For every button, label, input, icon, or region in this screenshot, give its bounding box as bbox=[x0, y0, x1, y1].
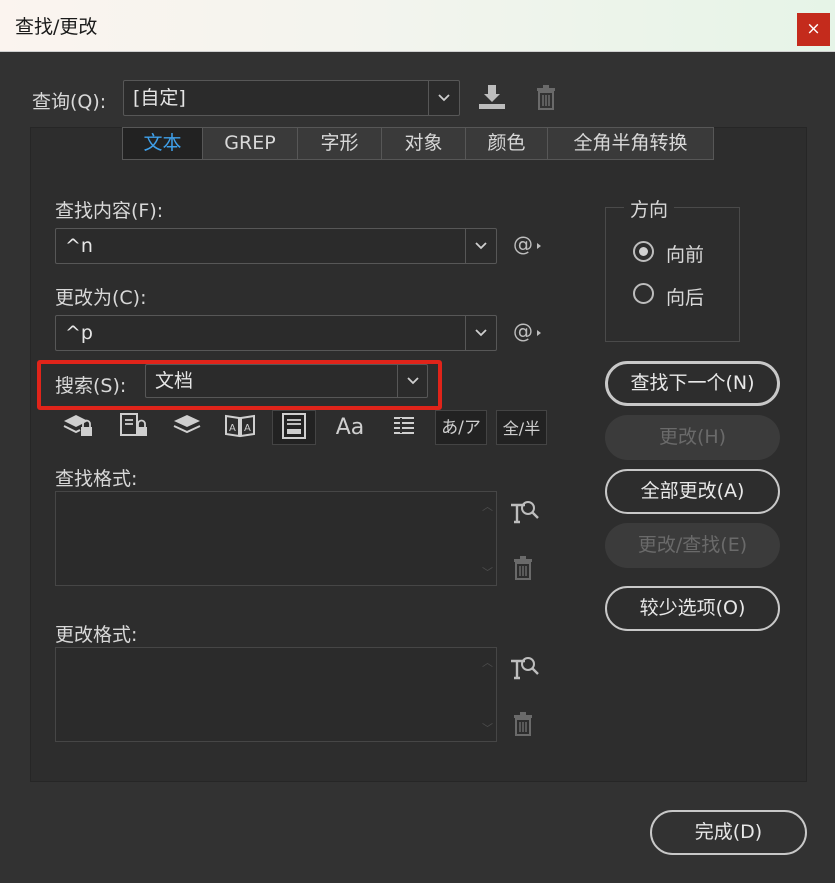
find-label: 查找内容(F): bbox=[55, 200, 164, 222]
save-icon bbox=[479, 85, 505, 109]
direction-forward-radio[interactable] bbox=[633, 241, 654, 262]
search-label: 搜索(S): bbox=[55, 375, 127, 397]
search-value: 文档 bbox=[155, 370, 194, 392]
kana-icon: あ/ア bbox=[441, 418, 481, 438]
find-dropdown-button[interactable] bbox=[465, 229, 496, 263]
change-label: 更改为(C): bbox=[55, 287, 147, 309]
find-format-settings-button[interactable] bbox=[508, 497, 540, 525]
hidden-layers-toggle[interactable] bbox=[170, 410, 204, 445]
trash-icon bbox=[514, 556, 532, 580]
query-select[interactable]: [自定] bbox=[123, 80, 460, 116]
locked-layers-toggle[interactable] bbox=[60, 410, 96, 445]
save-query-button[interactable] bbox=[476, 82, 508, 112]
svg-text:A: A bbox=[244, 423, 251, 434]
find-special-chars-button[interactable]: @ bbox=[513, 232, 545, 260]
direction-group bbox=[605, 207, 740, 342]
format-search-icon bbox=[511, 501, 539, 524]
width-sensitive-toggle[interactable]: 全/半 bbox=[496, 410, 547, 445]
master-pages-icon: A A bbox=[225, 414, 255, 438]
direction-forward-label[interactable]: 向前 bbox=[666, 240, 704, 267]
locked-stories-toggle[interactable] bbox=[116, 410, 152, 445]
scroll-down-icon: ﹀ bbox=[482, 722, 493, 735]
change-dropdown-button[interactable] bbox=[465, 316, 496, 350]
layers-icon bbox=[173, 415, 201, 434]
tab-bar: 文本 GREP 字形 对象 颜色 全角半角转换 bbox=[122, 127, 714, 160]
footnotes-toggle[interactable] bbox=[272, 410, 316, 445]
trash-icon bbox=[537, 85, 555, 110]
find-value: ^n bbox=[65, 235, 93, 257]
at-icon: @ bbox=[513, 232, 533, 256]
clear-change-format-button[interactable] bbox=[512, 711, 534, 737]
window-title: 查找/更改 bbox=[15, 16, 98, 38]
tab-width-conversion[interactable]: 全角半角转换 bbox=[548, 128, 713, 159]
chevron-down-icon bbox=[406, 377, 419, 385]
close-icon: × bbox=[806, 19, 821, 39]
width-icon: 全/半 bbox=[502, 419, 541, 438]
query-value: [自定] bbox=[133, 87, 186, 109]
change-format-box[interactable]: ︿ ﹀ bbox=[55, 647, 497, 742]
svg-text:A: A bbox=[229, 423, 236, 434]
whole-word-toggle[interactable] bbox=[386, 410, 422, 445]
change-button[interactable]: 更改(H) bbox=[605, 415, 780, 460]
tab-grep[interactable]: GREP bbox=[203, 128, 298, 159]
tab-glyph[interactable]: 字形 bbox=[298, 128, 382, 159]
done-button[interactable]: 完成(D) bbox=[650, 810, 807, 855]
direction-backward-radio[interactable] bbox=[633, 283, 654, 304]
scroll-up-icon: ︿ bbox=[482, 500, 493, 513]
search-select[interactable]: 文档 bbox=[145, 364, 428, 398]
chevron-down-icon bbox=[475, 242, 487, 250]
find-format-box[interactable]: ︿ ﹀ bbox=[55, 491, 497, 586]
fewer-options-button[interactable]: 较少选项(O) bbox=[605, 586, 780, 631]
master-pages-toggle[interactable]: A A bbox=[222, 410, 258, 445]
change-all-button[interactable]: 全部更改(A) bbox=[605, 469, 780, 514]
close-button[interactable]: × bbox=[797, 13, 830, 46]
kana-sensitive-toggle[interactable]: あ/ア bbox=[435, 410, 487, 445]
query-label: 查询(Q): bbox=[32, 91, 107, 113]
delete-query-button[interactable] bbox=[534, 82, 558, 112]
format-search-icon bbox=[511, 657, 539, 680]
chevron-down-icon bbox=[438, 94, 450, 102]
case-sensitive-icon: Aa bbox=[335, 415, 365, 440]
change-special-chars-button[interactable]: @ bbox=[513, 319, 545, 347]
direction-legend: 方向 bbox=[624, 195, 675, 222]
change-value: ^p bbox=[65, 322, 93, 344]
locked-stories-icon bbox=[120, 413, 147, 436]
change-find-button[interactable]: 更改/查找(E) bbox=[605, 523, 780, 568]
scroll-down-icon: ﹀ bbox=[482, 566, 493, 579]
trash-icon bbox=[514, 712, 532, 736]
clear-find-format-button[interactable] bbox=[512, 555, 534, 581]
title-bar bbox=[0, 0, 835, 52]
case-sensitive-toggle[interactable]: Aa bbox=[330, 410, 370, 445]
whole-word-icon bbox=[394, 417, 414, 434]
chevron-down-icon bbox=[475, 329, 487, 337]
find-format-label: 查找格式: bbox=[55, 468, 138, 490]
find-next-button[interactable]: 查找下一个(N) bbox=[605, 361, 780, 406]
footnote-icon bbox=[282, 413, 306, 439]
direction-backward-label[interactable]: 向后 bbox=[666, 283, 704, 310]
find-input[interactable]: ^n bbox=[55, 228, 497, 264]
change-format-settings-button[interactable] bbox=[508, 653, 540, 681]
locked-layers-icon bbox=[63, 415, 92, 436]
change-input[interactable]: ^p bbox=[55, 315, 497, 351]
tab-object[interactable]: 对象 bbox=[382, 128, 466, 159]
search-dropdown-button[interactable] bbox=[397, 365, 427, 397]
query-dropdown-button[interactable] bbox=[428, 81, 459, 115]
change-format-label: 更改格式: bbox=[55, 624, 138, 646]
tab-text[interactable]: 文本 bbox=[123, 128, 203, 159]
scroll-up-icon: ︿ bbox=[482, 656, 493, 669]
tab-color[interactable]: 颜色 bbox=[466, 128, 548, 159]
at-icon: @ bbox=[513, 319, 533, 343]
